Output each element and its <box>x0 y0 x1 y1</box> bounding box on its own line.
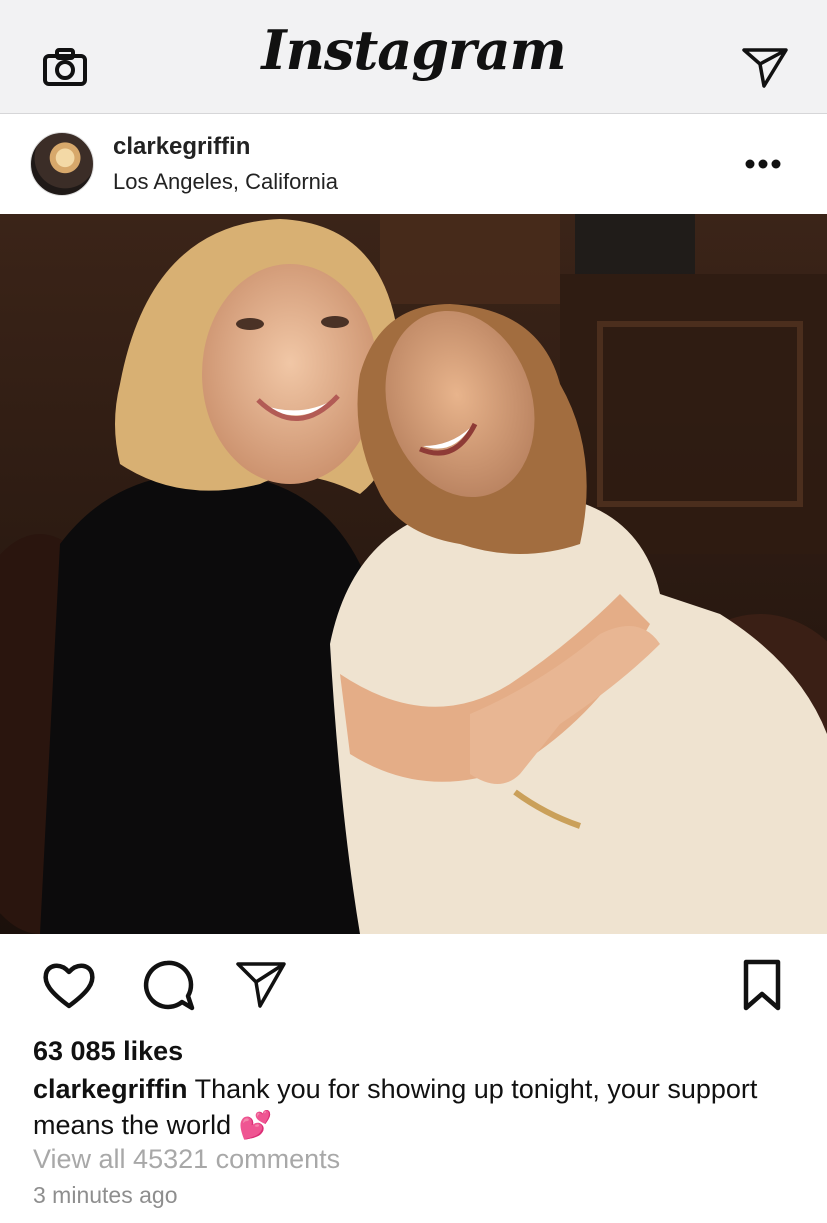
ellipsis-icon[interactable] <box>740 150 786 178</box>
speech-bubble-icon[interactable] <box>138 956 196 1014</box>
post-timestamp: 3 minutes ago <box>33 1182 178 1208</box>
post-username[interactable]: clarkegriffin <box>113 133 250 161</box>
heart-icon[interactable] <box>40 956 98 1014</box>
photo-illustration <box>0 214 827 934</box>
post-header: clarkegriffin Los Angeles, California <box>0 114 827 214</box>
avatar[interactable] <box>30 132 94 196</box>
post-actions <box>0 934 827 1034</box>
bookmark-icon[interactable] <box>738 958 786 1012</box>
top-app-bar: Instagram <box>0 0 827 114</box>
paper-plane-icon[interactable] <box>740 44 790 90</box>
post-caption: clarkegriffin Thank you for showing up t… <box>33 1071 793 1143</box>
instagram-logo: Instagram <box>261 18 566 82</box>
paper-plane-icon[interactable] <box>234 958 288 1012</box>
post-photo[interactable] <box>0 214 827 934</box>
view-comments-link[interactable]: View all 45321 comments <box>33 1144 340 1175</box>
likes-count[interactable]: 63 085 likes <box>33 1036 183 1067</box>
post-location[interactable]: Los Angeles, California <box>113 169 338 195</box>
caption-username[interactable]: clarkegriffin <box>33 1074 188 1104</box>
